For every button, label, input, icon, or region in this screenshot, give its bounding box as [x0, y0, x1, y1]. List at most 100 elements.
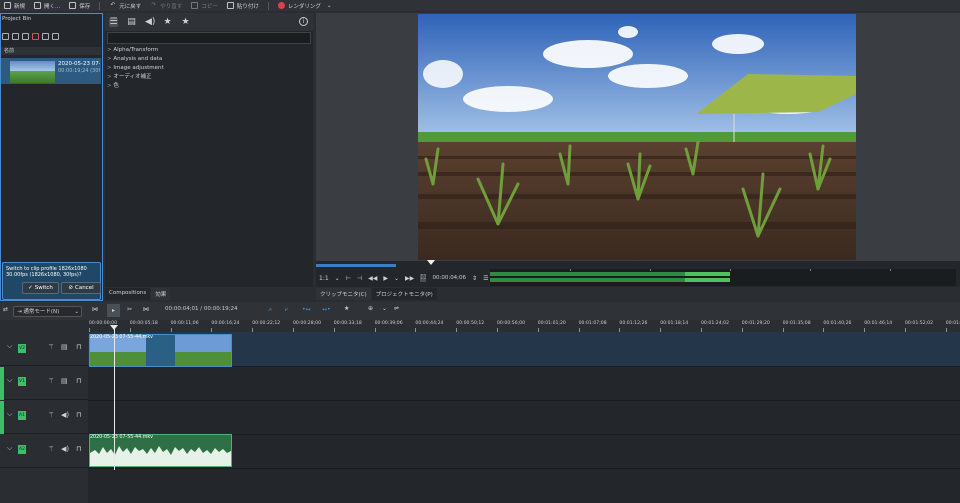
track-tag[interactable]: A2: [18, 445, 26, 454]
monitor-timecode[interactable]: 00:00:04;06: [432, 275, 466, 281]
playhead-handle[interactable]: [110, 325, 118, 330]
chevron-down-icon: ⌄: [74, 309, 79, 315]
extract-icon[interactable]: ↔•: [322, 306, 331, 313]
lock-icon[interactable]: ⊓: [76, 445, 81, 453]
paste-icon: [226, 2, 234, 9]
track-header-a2[interactable]: ⌵ A2 ⚚ ◀) ⊓: [0, 435, 88, 468]
lock-icon[interactable]: ⊓: [76, 411, 81, 419]
ruler-label: 00:00:16;24: [211, 321, 240, 326]
track-tag[interactable]: V1: [18, 377, 26, 386]
collapse-icon[interactable]: ⌵: [7, 342, 12, 351]
sync-icon[interactable]: ⇌: [394, 305, 399, 312]
tab-effects[interactable]: 効果: [151, 288, 171, 300]
film-icon[interactable]: ▤: [61, 343, 68, 351]
insert-icon[interactable]: •↔: [302, 306, 311, 313]
effect-icon[interactable]: ⚚: [48, 445, 54, 453]
effect-category[interactable]: Analysis and data: [107, 55, 164, 64]
copy-button[interactable]: コピー: [191, 2, 218, 10]
track-tag[interactable]: V2: [18, 344, 26, 353]
set-out-icon[interactable]: ⊣: [357, 275, 362, 282]
effect-icon[interactable]: ⚚: [48, 411, 54, 419]
razor-tool-icon[interactable]: ✂: [127, 306, 132, 313]
chevron-down-icon[interactable]: ⌄: [382, 305, 387, 312]
lift-icon[interactable]: ⩘: [268, 306, 271, 314]
switch-track-icon[interactable]: ⇄: [3, 306, 8, 313]
collapse-icon[interactable]: ⌵: [7, 410, 12, 419]
timeline-ruler[interactable]: 00:00:00;00 00:00:05;18 00:00:11;06 00:00:1…: [88, 320, 960, 332]
menu-icon[interactable]: ☰: [483, 275, 488, 282]
render-button[interactable]: レンダリング ⌄: [277, 2, 331, 10]
undo-button[interactable]: ↶ 元に戻す: [109, 2, 141, 10]
spacer-tool-icon[interactable]: ⋈: [92, 306, 98, 313]
cancel-button[interactable]: ⊘ Cancel: [61, 282, 101, 294]
effect-category[interactable]: オーディオ補正: [107, 73, 164, 82]
track-lane-a1[interactable]: [88, 401, 960, 435]
film-icon[interactable]: ▤: [61, 377, 68, 385]
clip-name: 2020-05-23 07-55-44.mkv: [58, 61, 100, 67]
effect-category[interactable]: 色: [107, 82, 164, 91]
track-header-v2[interactable]: ⌵ V2 ⚚ ▤ ⊓: [0, 332, 88, 366]
add-icon[interactable]: ⊕: [368, 305, 373, 312]
lock-icon[interactable]: ⊓: [76, 377, 81, 385]
chevron-down-icon[interactable]: ⌄: [394, 275, 399, 282]
track-header-a1[interactable]: ⌵ A1 ⚚ ◀) ⊓: [0, 401, 88, 434]
ruler-label: 00:01:24;02: [701, 321, 730, 326]
track-lane-v1[interactable]: [88, 367, 960, 401]
properties-icon[interactable]: [52, 33, 59, 40]
ruler-label: 00:01:46;14: [864, 321, 893, 326]
set-in-icon[interactable]: ⊢: [346, 275, 351, 282]
new-button[interactable]: 新規: [4, 2, 25, 10]
video-icon[interactable]: ▤: [127, 17, 136, 27]
slip-tool-icon[interactable]: ⋈: [143, 306, 149, 313]
select-tool-icon[interactable]: ▸: [107, 304, 120, 317]
tab-clip-monitor[interactable]: クリップモニタ(C): [316, 288, 371, 300]
edit-mode-select[interactable]: ⇥ 通常モード(N) ⌄: [13, 306, 82, 317]
tab-project-monitor[interactable]: プロジェクトモニタ(P): [371, 288, 437, 300]
fullscreen-icon[interactable]: ⛶: [420, 274, 427, 282]
speaker-icon[interactable]: ◀): [61, 445, 69, 453]
effect-category[interactable]: Alpha/Transform: [107, 46, 164, 55]
redo-icon: ↷: [151, 2, 157, 8]
add-clip-icon[interactable]: [12, 33, 19, 40]
switch-button[interactable]: ✓ Switch: [22, 282, 59, 294]
track-header-v1[interactable]: ⌵ V1 ⚚ ▤ ⊓: [0, 367, 88, 400]
timeline-playhead[interactable]: [114, 325, 115, 470]
chevron-down-icon[interactable]: ⌄: [335, 275, 340, 282]
forward-icon[interactable]: ▶▶: [405, 275, 414, 282]
play-icon[interactable]: ▶: [383, 275, 388, 282]
zoom-label[interactable]: 1:1: [319, 275, 329, 282]
effect-icon[interactable]: ⚚: [48, 343, 54, 351]
check-icon: ✓: [28, 285, 33, 291]
tab-compositions[interactable]: Compositions: [105, 288, 151, 300]
audio-level-meter: [490, 269, 956, 286]
collapse-icon[interactable]: ⌵: [7, 444, 12, 453]
bin-column-header[interactable]: 名前: [1, 47, 101, 55]
favorite-icon[interactable]: ★: [181, 17, 190, 27]
video-preview: [418, 14, 856, 260]
speaker-icon[interactable]: ◀): [61, 411, 69, 419]
spin-icon[interactable]: ⇕: [472, 275, 477, 282]
save-button[interactable]: 保存: [69, 2, 90, 10]
lock-icon[interactable]: ⊓: [76, 343, 81, 351]
tag-icon[interactable]: [42, 33, 49, 40]
track-tag[interactable]: A1: [18, 411, 26, 420]
effect-icon[interactable]: ⚚: [48, 377, 54, 385]
effect-category[interactable]: Image adjustment: [107, 64, 163, 73]
favorite-icon[interactable]: ★: [344, 305, 349, 312]
overwrite-icon[interactable]: ⩗: [285, 306, 288, 314]
open-button[interactable]: 開く...: [34, 2, 60, 10]
folder-icon[interactable]: [22, 33, 29, 40]
view-mode-icon[interactable]: [2, 33, 9, 40]
info-icon[interactable]: i: [299, 17, 308, 26]
effects-search-input[interactable]: [107, 32, 311, 44]
audio-icon[interactable]: ◀): [145, 17, 155, 27]
list-icon[interactable]: ☰: [109, 17, 118, 27]
toolbar-separator: [99, 1, 101, 10]
custom-icon[interactable]: ★: [163, 17, 172, 27]
paste-button[interactable]: 貼り付け: [226, 2, 259, 10]
rewind-icon[interactable]: ◀◀: [368, 275, 377, 282]
redo-button[interactable]: ↷ やり直す: [150, 2, 182, 10]
collapse-icon[interactable]: ⌵: [7, 376, 12, 385]
monitor-playhead-marker[interactable]: [427, 260, 435, 265]
delete-icon[interactable]: [32, 33, 39, 40]
